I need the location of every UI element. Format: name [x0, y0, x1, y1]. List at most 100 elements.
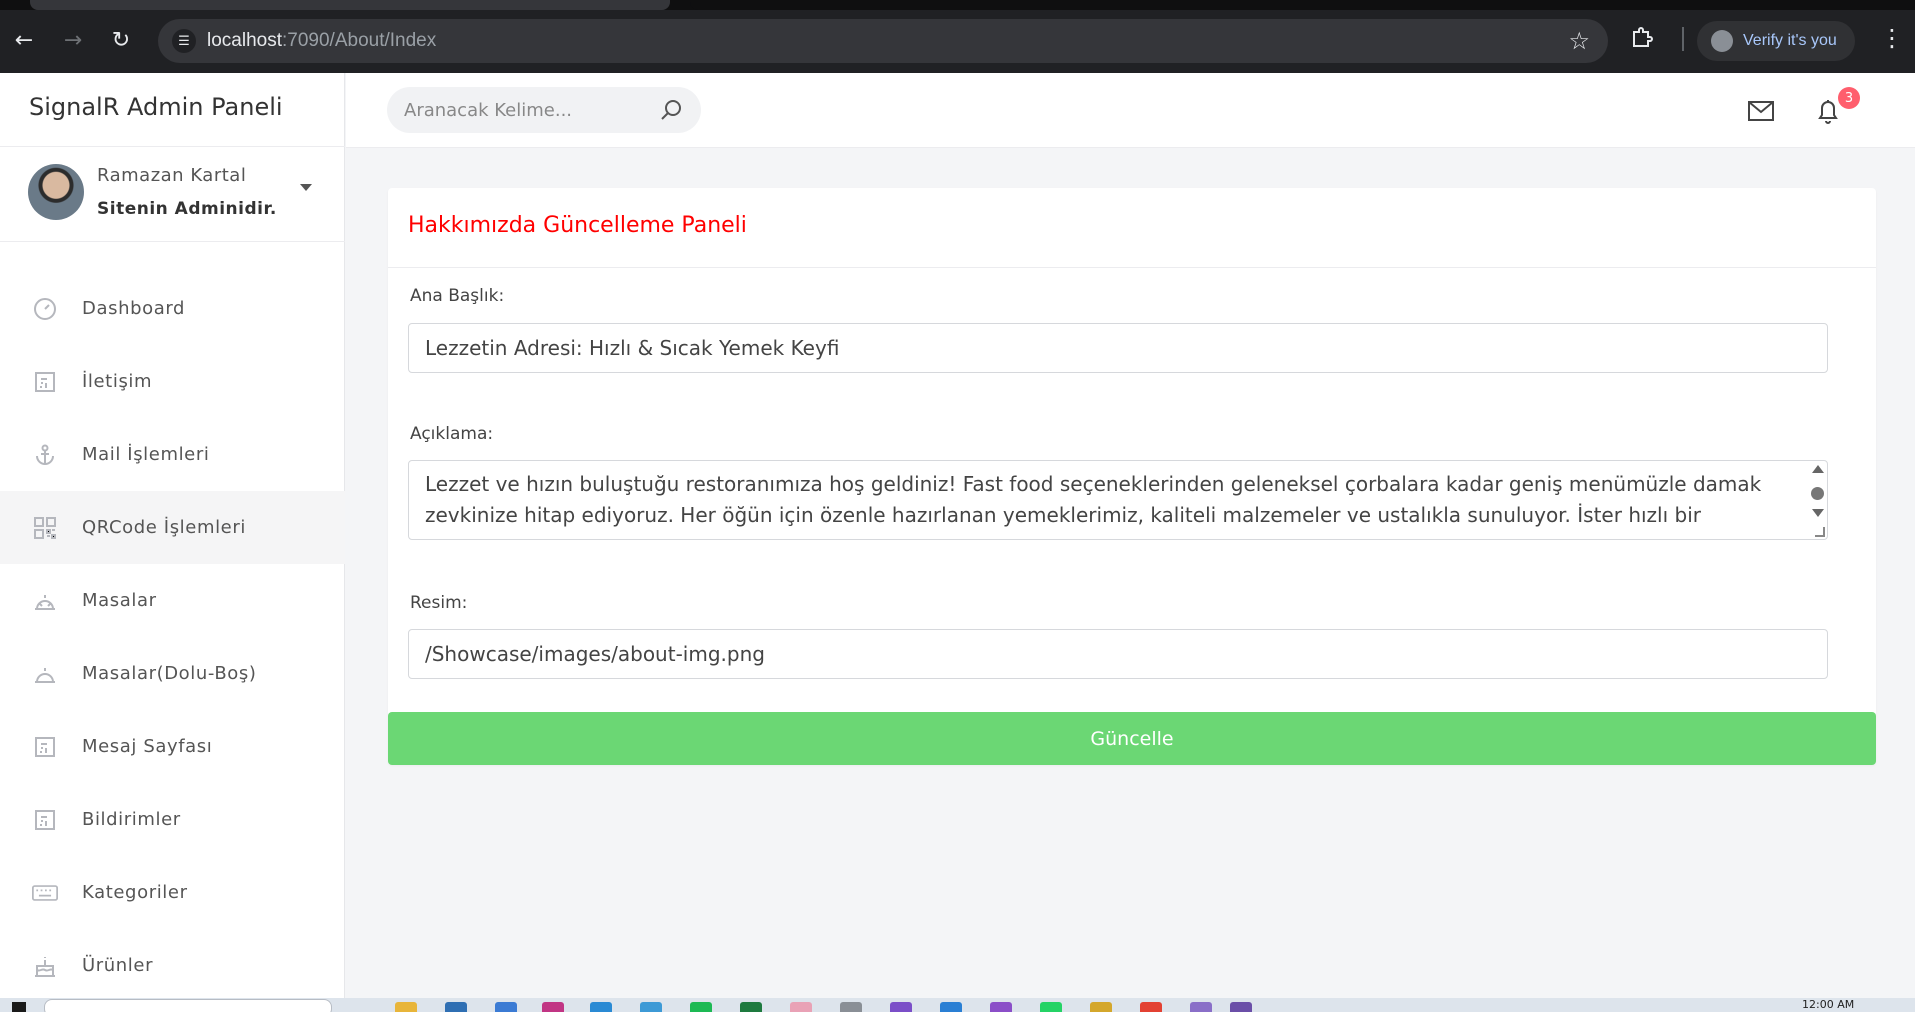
- back-icon[interactable]: ←: [8, 24, 40, 56]
- sidebar-item-label: QRCode İşlemleri: [82, 517, 246, 538]
- profile-avatar: [1711, 30, 1733, 52]
- sidebar-item-qrcode[interactable]: QRCode İşlemleri: [0, 491, 345, 564]
- table-icon: [32, 734, 58, 760]
- search-input[interactable]: [387, 87, 647, 133]
- chrome-icon[interactable]: [1140, 1002, 1162, 1012]
- instagram-icon[interactable]: [542, 1002, 564, 1012]
- table-bell-icon: [32, 661, 58, 687]
- brand-title: SignalR Admin Paneli: [29, 93, 283, 121]
- sidebar-item-dashboard[interactable]: Dashboard: [0, 272, 345, 345]
- sidebar-item-label: Masalar: [82, 590, 157, 611]
- table-bell-icon: [32, 588, 58, 614]
- app-icon[interactable]: [640, 1002, 662, 1012]
- store-icon[interactable]: [445, 1002, 467, 1012]
- browser-tab[interactable]: [690, 0, 1915, 10]
- sidebar-item-label: Kategoriler: [82, 882, 188, 903]
- sidebar-item-label: Masalar(Dolu-Boş): [82, 663, 257, 684]
- excel-icon[interactable]: [740, 1002, 762, 1012]
- visual-studio-icon[interactable]: [890, 1002, 912, 1012]
- image-label: Resim:: [410, 593, 468, 613]
- forward-icon[interactable]: →: [57, 24, 89, 56]
- sidebar-nav: Dashboard İletişim Mail İşlemleri QRCode…: [0, 272, 345, 1002]
- spotify-icon[interactable]: [690, 1002, 712, 1012]
- taskbar-search[interactable]: [44, 999, 332, 1012]
- brand[interactable]: SignalR Admin Paneli: [0, 73, 345, 147]
- taskbar-clock[interactable]: 12:00 AM: [1802, 998, 1854, 1011]
- notification-badge[interactable]: 3: [1838, 87, 1860, 109]
- windows-start-icon[interactable]: [12, 1002, 26, 1012]
- app-icon[interactable]: [840, 1002, 862, 1012]
- sidebar-item-iletisim[interactable]: İletişim: [0, 345, 345, 418]
- profile-section[interactable]: Ramazan Kartal Sitenin Adminidir.: [0, 148, 345, 242]
- profile-name: Ramazan Kartal: [97, 165, 247, 186]
- sidebar-item-mail[interactable]: Mail İşlemleri: [0, 418, 345, 491]
- mail-icon[interactable]: [1748, 101, 1774, 121]
- scroll-up-icon[interactable]: [1812, 465, 1824, 473]
- top-navbar: 3: [346, 73, 1915, 148]
- search-box: [387, 87, 701, 133]
- speedometer-icon: [32, 296, 58, 322]
- search-icon[interactable]: [659, 98, 683, 122]
- title-label: Ana Başlık:: [410, 286, 505, 306]
- app-icon[interactable]: [1230, 1002, 1252, 1012]
- table-icon: [32, 369, 58, 395]
- card-header: Hakkımızda Güncelleme Paneli: [388, 188, 1876, 268]
- browser-toolbar: ← → ↻ ☰ localhost:7090/About/Index ☆ Ver…: [0, 0, 1915, 73]
- sidebar-item-masalar-dolu-bos[interactable]: Masalar(Dolu-Boş): [0, 637, 345, 710]
- sidebar: SignalR Admin Paneli Ramazan Kartal Site…: [0, 73, 345, 998]
- scroll-down-icon[interactable]: [1812, 509, 1824, 517]
- bookmark-star-icon[interactable]: ☆: [1568, 27, 1590, 55]
- whatsapp-icon[interactable]: [1040, 1002, 1062, 1012]
- profile-chip[interactable]: Verify it's you: [1697, 21, 1855, 61]
- taskbar: 12:00 AM: [0, 998, 1915, 1012]
- sidebar-item-bildirimler[interactable]: Bildirimler: [0, 783, 345, 856]
- sidebar-item-label: İletişim: [82, 371, 153, 392]
- app-icon[interactable]: [1190, 1002, 1212, 1012]
- sidebar-item-label: Mesaj Sayfası: [82, 736, 213, 757]
- sidebar-item-kategoriler[interactable]: Kategoriler: [0, 856, 345, 929]
- app-icon[interactable]: [590, 1002, 612, 1012]
- scroll-thumb[interactable]: [1811, 487, 1824, 500]
- bell-icon[interactable]: [1816, 97, 1840, 125]
- sidebar-item-mesaj[interactable]: Mesaj Sayfası: [0, 710, 345, 783]
- profile-chip-label: Verify it's you: [1743, 32, 1837, 49]
- site-settings-icon[interactable]: ☰: [172, 29, 196, 53]
- sidebar-item-label: Ürünler: [82, 955, 154, 976]
- sidebar-item-label: Bildirimler: [82, 809, 181, 830]
- keyboard-icon: [32, 880, 58, 906]
- browser-tab-strip: [0, 0, 1915, 10]
- anchor-icon: [32, 442, 58, 468]
- title-field[interactable]: [408, 323, 1828, 373]
- about-update-card: Hakkımızda Güncelleme Paneli Ana Başlık:…: [388, 188, 1876, 765]
- chevron-down-icon[interactable]: [300, 184, 312, 191]
- file-explorer-icon[interactable]: [395, 1002, 417, 1012]
- visual-studio-icon[interactable]: [990, 1002, 1012, 1012]
- resize-handle-icon[interactable]: [1815, 527, 1825, 537]
- url-path: :7090/About/Index: [282, 30, 437, 51]
- reload-icon[interactable]: ↻: [105, 24, 137, 56]
- sidebar-item-label: Dashboard: [82, 298, 186, 319]
- image-field[interactable]: [408, 629, 1828, 679]
- description-text: Lezzet ve hızın buluştuğu restoranımıza …: [425, 472, 1762, 537]
- sidebar-item-label: Mail İşlemleri: [82, 444, 210, 465]
- table-icon: [32, 807, 58, 833]
- cake-icon: [32, 953, 58, 979]
- app-icon[interactable]: [1090, 1002, 1112, 1012]
- description-label: Açıklama:: [410, 424, 494, 444]
- browser-menu-icon[interactable]: ⋮: [1880, 24, 1904, 52]
- update-button[interactable]: Güncelle: [388, 712, 1876, 765]
- extensions-icon[interactable]: [1630, 24, 1660, 54]
- qrcode-icon: [32, 515, 58, 541]
- sidebar-item-urunler[interactable]: Ürünler: [0, 929, 345, 1002]
- vscode-icon[interactable]: [940, 1002, 962, 1012]
- app-icon[interactable]: [790, 1002, 812, 1012]
- browser-tab[interactable]: [30, 0, 670, 10]
- sidebar-item-masalar[interactable]: Masalar: [0, 564, 345, 637]
- url-host: localhost: [207, 30, 282, 51]
- description-textarea[interactable]: Lezzet ve hızın buluştuğu restoranımıza …: [408, 460, 1828, 540]
- address-bar[interactable]: ☰ localhost:7090/About/Index ☆: [158, 19, 1608, 63]
- address-url[interactable]: localhost:7090/About/Index: [207, 30, 436, 52]
- outlook-icon[interactable]: [495, 1002, 517, 1012]
- toolbar-separator: [1682, 27, 1684, 51]
- profile-role: Sitenin Adminidir.: [97, 199, 277, 219]
